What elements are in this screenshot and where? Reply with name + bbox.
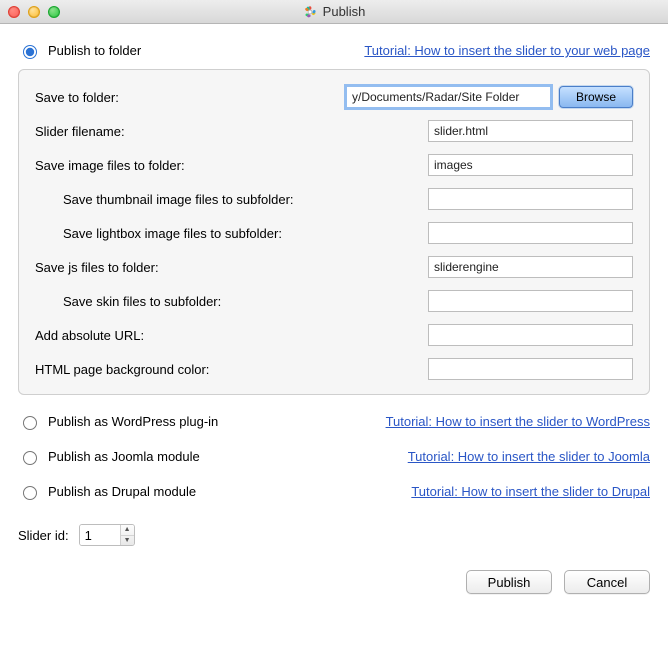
folder-settings-panel: Save to folder: Browse Slider filename: … (18, 69, 650, 395)
option-drupal-row: Publish as Drupal module Tutorial: How t… (18, 483, 650, 500)
input-lightbox-subfolder[interactable] (428, 222, 633, 244)
label-absolute-url: Add absolute URL: (35, 328, 428, 343)
input-bg-color[interactable] (428, 358, 633, 380)
titlebar: Publish (0, 0, 668, 24)
label-js-folder: Save js files to folder: (35, 260, 428, 275)
app-icon (303, 5, 317, 19)
radio-publish-wordpress-label: Publish as WordPress plug-in (48, 414, 218, 429)
radio-publish-folder[interactable]: Publish to folder (18, 42, 141, 59)
option-folder-row: Publish to folder Tutorial: How to inser… (18, 42, 650, 59)
slider-id-label: Slider id: (18, 528, 69, 543)
label-slider-filename: Slider filename: (35, 124, 428, 139)
minimize-icon[interactable] (28, 6, 40, 18)
label-save-folder: Save to folder: (35, 90, 346, 105)
label-skin-subfolder: Save skin files to subfolder: (35, 294, 428, 309)
slider-id-input[interactable] (80, 525, 120, 545)
input-slider-filename[interactable] (428, 120, 633, 142)
label-lightbox-subfolder: Save lightbox image files to subfolder: (35, 226, 428, 241)
radio-publish-joomla[interactable]: Publish as Joomla module (18, 448, 200, 465)
radio-publish-drupal-input[interactable] (23, 486, 37, 500)
close-icon[interactable] (8, 6, 20, 18)
stepper-up-icon[interactable]: ▲ (121, 525, 134, 536)
input-save-folder[interactable] (346, 86, 551, 108)
zoom-icon[interactable] (48, 6, 60, 18)
window-controls (8, 6, 60, 18)
option-joomla-row: Publish as Joomla module Tutorial: How t… (18, 448, 650, 465)
option-wordpress-row: Publish as WordPress plug-in Tutorial: H… (18, 413, 650, 430)
tutorial-link-joomla[interactable]: Tutorial: How to insert the slider to Jo… (408, 449, 650, 464)
tutorial-link-wordpress[interactable]: Tutorial: How to insert the slider to Wo… (386, 414, 650, 429)
tutorial-link-drupal[interactable]: Tutorial: How to insert the slider to Dr… (411, 484, 650, 499)
stepper-down-icon[interactable]: ▼ (121, 536, 134, 546)
tutorial-link-folder[interactable]: Tutorial: How to insert the slider to yo… (364, 43, 650, 58)
dialog-footer: Publish Cancel (0, 556, 668, 612)
radio-publish-drupal-label: Publish as Drupal module (48, 484, 196, 499)
radio-publish-folder-input[interactable] (23, 45, 37, 59)
radio-publish-drupal[interactable]: Publish as Drupal module (18, 483, 196, 500)
window-title: Publish (323, 4, 366, 19)
publish-button[interactable]: Publish (466, 570, 552, 594)
slider-id-stepper[interactable]: ▲ ▼ (79, 524, 135, 546)
cancel-button[interactable]: Cancel (564, 570, 650, 594)
radio-publish-joomla-label: Publish as Joomla module (48, 449, 200, 464)
label-thumb-subfolder: Save thumbnail image files to subfolder: (35, 192, 428, 207)
label-bg-color: HTML page background color: (35, 362, 428, 377)
radio-publish-folder-label: Publish to folder (48, 43, 141, 58)
input-absolute-url[interactable] (428, 324, 633, 346)
input-image-folder[interactable] (428, 154, 633, 176)
input-skin-subfolder[interactable] (428, 290, 633, 312)
slider-id-row: Slider id: ▲ ▼ (18, 524, 650, 546)
radio-publish-wordpress[interactable]: Publish as WordPress plug-in (18, 413, 218, 430)
input-js-folder[interactable] (428, 256, 633, 278)
browse-button[interactable]: Browse (559, 86, 633, 108)
label-image-folder: Save image files to folder: (35, 158, 428, 173)
radio-publish-wordpress-input[interactable] (23, 416, 37, 430)
radio-publish-joomla-input[interactable] (23, 451, 37, 465)
input-thumb-subfolder[interactable] (428, 188, 633, 210)
